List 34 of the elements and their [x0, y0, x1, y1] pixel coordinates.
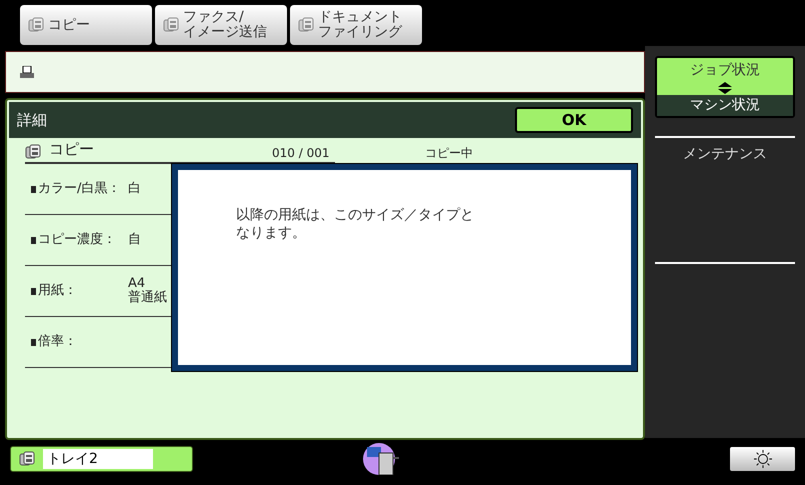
bullet-icon — [31, 236, 36, 244]
copier-icon — [163, 17, 179, 33]
sun-icon — [754, 450, 772, 468]
tab[interactable]: ファクス/ イメージ送信 — [155, 5, 287, 45]
setting-value: A4 普通紙 — [128, 277, 167, 305]
copier-icon — [25, 144, 41, 160]
machine-status-label: マシン状況 — [657, 95, 793, 116]
tray-label: トレイ2 — [43, 448, 153, 468]
copier-icon — [19, 450, 35, 466]
job-status-label: ジョブ状況 — [690, 61, 760, 80]
job-count: 010 / 001 — [272, 145, 330, 162]
tab[interactable]: コピー — [20, 5, 152, 45]
bullet-icon — [31, 288, 36, 294]
brightness-button[interactable] — [730, 446, 795, 470]
bullet-icon — [31, 338, 36, 346]
printer-icon — [20, 66, 34, 78]
status-toggle[interactable]: ジョブ状況 マシン状況 — [655, 56, 795, 118]
dialog-message: 以降の用紙は、このサイズ／タイプと なります。 — [236, 206, 474, 242]
setting-value: 白 — [128, 182, 141, 196]
setting-label: コピー濃度： — [38, 231, 117, 250]
setting-label: 用紙： — [38, 282, 78, 300]
copier-icon — [298, 17, 314, 33]
swap-icon — [718, 81, 732, 95]
tab[interactable]: ドキュメント ファイリング — [290, 5, 422, 45]
bullet-icon — [31, 186, 36, 192]
ok-button[interactable]: OK — [515, 107, 633, 133]
job-name: コピー — [49, 138, 94, 160]
setting-label: 倍率： — [38, 333, 78, 352]
setting-value: 自 — [128, 233, 141, 247]
copier-icon — [28, 17, 44, 33]
setting-label: カラー/白黒： — [38, 180, 122, 198]
menu-item[interactable]: メンテナンス — [655, 138, 795, 165]
job-status: コピー中 — [425, 145, 473, 162]
panel-title: 詳細 — [17, 110, 47, 131]
